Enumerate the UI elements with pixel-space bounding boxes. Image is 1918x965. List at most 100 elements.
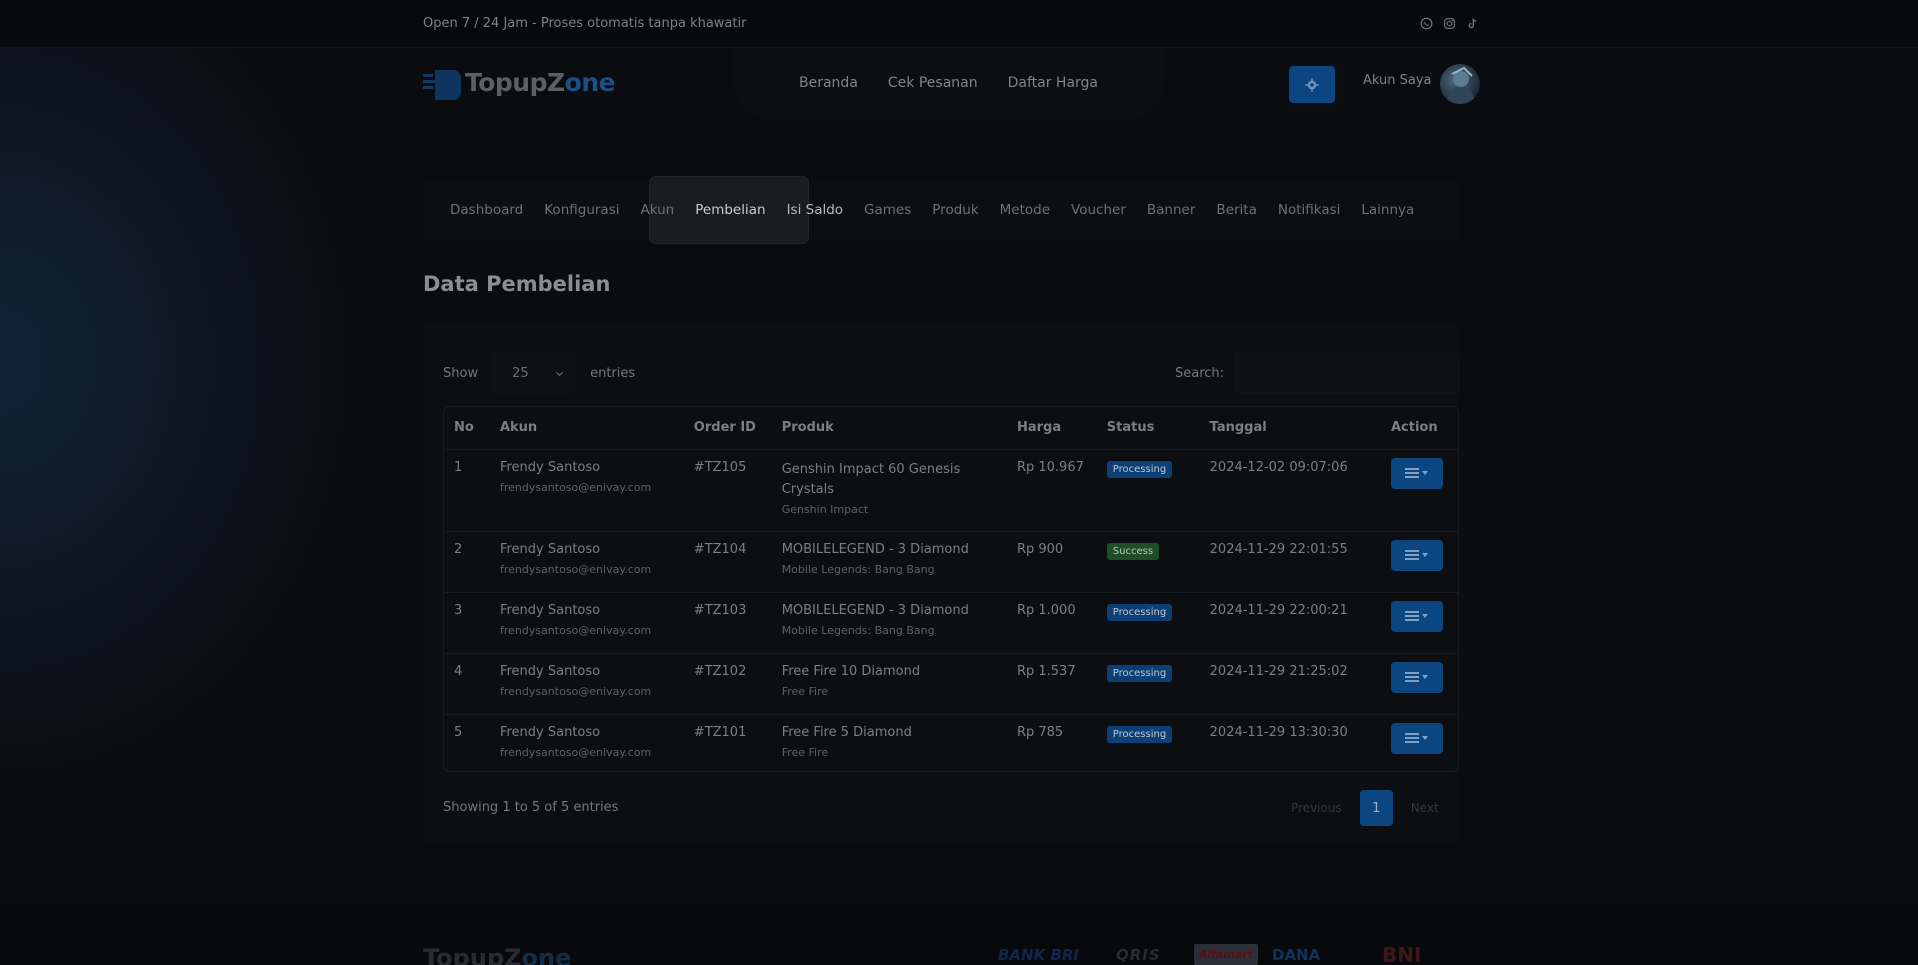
- instagram-icon[interactable]: [1441, 15, 1457, 31]
- tab-akun[interactable]: Akun: [640, 202, 674, 218]
- row-action: [1380, 592, 1458, 654]
- pagination-next[interactable]: Next: [1411, 801, 1439, 815]
- row-action: [1380, 449, 1458, 532]
- entries-value: 25: [512, 365, 529, 381]
- product-name: MOBILELEGEND - 3 Diamond: [781, 541, 969, 557]
- col-produk[interactable]: Produk: [771, 407, 1007, 450]
- row-date: 2024-11-29 21:25:02: [1199, 653, 1381, 715]
- avatar[interactable]: [1440, 64, 1480, 104]
- list-icon: [1405, 733, 1420, 743]
- footer-logo[interactable]: TopupZone: [423, 944, 571, 965]
- entries-select[interactable]: 25: [490, 352, 577, 394]
- row-date: 2024-11-29 22:00:21: [1199, 592, 1381, 654]
- row-product: Free Fire 10 Diamond Free Fire: [771, 653, 1007, 715]
- logo-text-end: ne: [581, 67, 616, 97]
- bank-bri-logo: BANK BRI: [998, 945, 1080, 964]
- tab-berita[interactable]: Berita: [1216, 202, 1256, 218]
- row-product: MOBILELEGEND - 3 Diamond Mobile Legends: …: [771, 592, 1007, 654]
- tab-isi-saldo[interactable]: Isi Saldo: [787, 202, 843, 218]
- col-order-id[interactable]: Order ID: [683, 407, 772, 450]
- tab-voucher[interactable]: Voucher: [1071, 202, 1126, 218]
- footer-logo-start: TopupZ: [423, 944, 522, 965]
- row-account: Frendy Santoso frendysantoso@enivay.com: [490, 714, 684, 771]
- search-input[interactable]: [1234, 352, 1461, 394]
- col-akun[interactable]: Akun: [489, 407, 684, 450]
- row-no: 1: [444, 449, 490, 532]
- tab-produk[interactable]: Produk: [932, 202, 978, 218]
- tab-games[interactable]: Games: [864, 202, 911, 218]
- row-status: Processing: [1096, 449, 1200, 532]
- nav-cek-pesanan[interactable]: Cek Pesanan: [888, 75, 978, 91]
- row-price: Rp 785: [1016, 724, 1064, 740]
- col-tanggal[interactable]: Tanggal: [1199, 407, 1381, 450]
- logo-text: TopupZone: [465, 67, 616, 97]
- row-product: Genshin Impact 60 Genesis Crystals Genshi…: [771, 449, 1007, 532]
- table-info: Showing 1 to 5 of 5 entries: [443, 800, 619, 815]
- action-menu-button[interactable]: [1390, 457, 1443, 489]
- row-status: Processing: [1096, 653, 1200, 715]
- account-name: Frendy Santoso: [499, 724, 601, 740]
- dana-logo: DANA: [1272, 945, 1321, 964]
- row-product: MOBILELEGEND - 3 Diamond Mobile Legends: …: [771, 531, 1007, 593]
- account-name: Frendy Santoso: [499, 602, 601, 618]
- tab-lainnya[interactable]: Lainnya: [1361, 202, 1414, 218]
- nav-beranda[interactable]: Beranda: [799, 75, 858, 91]
- tiktok-icon[interactable]: [1464, 15, 1480, 31]
- action-menu-button[interactable]: [1390, 600, 1443, 632]
- action-menu-button[interactable]: [1390, 722, 1443, 754]
- caret-down-icon: [1422, 736, 1429, 740]
- product-game: Mobile Legends: Bang Bang: [781, 623, 935, 637]
- site-footer: [0, 905, 1918, 965]
- product-game: Free Fire: [781, 745, 829, 759]
- row-status: Success: [1096, 531, 1200, 593]
- tab-pembelian[interactable]: Pembelian: [695, 202, 765, 218]
- main-nav: Beranda Cek Pesanan Daftar Harga: [733, 48, 1165, 120]
- status-badge: Processing: [1106, 725, 1173, 743]
- account-email: frendysantoso@enivay.com: [499, 480, 652, 494]
- row-account: Frendy Santoso frendysantoso@enivay.com: [489, 531, 684, 593]
- row-product: Free Fire 5 Diamond Free Fire: [772, 714, 1007, 771]
- account-name: Frendy Santoso: [499, 541, 601, 557]
- row-account: Frendy Santoso frendysantoso@enivay.com: [489, 592, 684, 654]
- caret-down-icon: [1422, 675, 1429, 679]
- site-logo[interactable]: TopupZone: [423, 62, 616, 102]
- row-action: [1380, 653, 1458, 715]
- product-game: Free Fire: [781, 684, 829, 698]
- row-no: 4: [444, 653, 490, 715]
- action-menu-button[interactable]: [1390, 661, 1443, 693]
- payment-methods: BANK BRI QRIS Alfamart DANA BNI: [998, 943, 1468, 965]
- list-icon: [1405, 468, 1420, 478]
- tab-notifikasi[interactable]: Notifikasi: [1278, 202, 1341, 218]
- table-row: 4 Frendy Santoso frendysantoso@enivay.com…: [444, 653, 1458, 715]
- tab-dashboard[interactable]: Dashboard: [450, 202, 523, 218]
- product-game: Genshin Impact: [781, 502, 869, 516]
- row-action: [1381, 714, 1458, 771]
- status-badge: Processing: [1106, 603, 1173, 621]
- tab-metode[interactable]: Metode: [1000, 202, 1050, 218]
- nav-daftar-harga[interactable]: Daftar Harga: [1008, 75, 1098, 91]
- pagination-previous[interactable]: Previous: [1291, 801, 1342, 815]
- caret-down-icon: [1422, 471, 1429, 475]
- settings-button[interactable]: [1289, 66, 1335, 103]
- col-status[interactable]: Status: [1096, 407, 1200, 450]
- caret-down-icon: [1422, 553, 1429, 557]
- row-order-id: #TZ104: [683, 531, 772, 593]
- status-badge: Processing: [1106, 460, 1173, 478]
- action-menu-button[interactable]: [1390, 539, 1443, 571]
- footer-logo-end: ne: [538, 944, 572, 965]
- logo-text-o: o: [564, 67, 582, 97]
- account-link[interactable]: Akun Saya: [1363, 73, 1432, 88]
- search-label: Search:: [1175, 365, 1225, 381]
- col-no[interactable]: No: [444, 407, 490, 450]
- col-harga[interactable]: Harga: [1006, 407, 1097, 450]
- pagination-page-1[interactable]: 1: [1359, 790, 1393, 826]
- whatsapp-icon[interactable]: [1418, 15, 1434, 31]
- table-row: 2 Frendy Santoso frendysantoso@enivay.com…: [444, 531, 1458, 593]
- status-badge: Success: [1106, 542, 1160, 560]
- row-date: 2024-11-29 13:30:30: [1209, 724, 1348, 740]
- admin-menu: Dashboard Konfigurasi Akun Pembelian Isi…: [423, 177, 1459, 243]
- tab-banner[interactable]: Banner: [1147, 202, 1196, 218]
- tab-konfigurasi[interactable]: Konfigurasi: [544, 202, 619, 218]
- row-no: 2: [444, 531, 490, 593]
- alfamart-logo: Alfamart: [1194, 944, 1258, 965]
